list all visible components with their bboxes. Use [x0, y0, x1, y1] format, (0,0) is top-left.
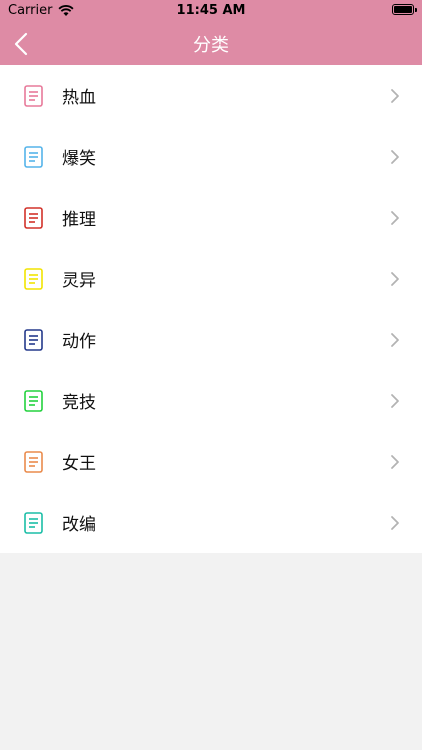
- chevron-right-icon: [391, 88, 399, 103]
- document-icon: [24, 267, 43, 290]
- chevron-right-icon: [391, 149, 399, 164]
- chevron-right-icon: [391, 210, 399, 225]
- page-title: 分类: [193, 34, 229, 56]
- navigation-bar: 分类: [0, 22, 422, 65]
- chevron-left-icon: [14, 32, 28, 55]
- chevron-right-icon: [391, 271, 399, 286]
- document-icon: [24, 511, 43, 534]
- category-label: 热血: [62, 88, 96, 108]
- category-item[interactable]: 女王: [0, 431, 422, 492]
- chevron-right-icon: [391, 393, 399, 408]
- battery-icon: [392, 4, 417, 15]
- document-icon: [24, 84, 43, 107]
- chevron-right-icon: [391, 332, 399, 347]
- category-item[interactable]: 推理: [0, 187, 422, 248]
- category-item[interactable]: 爆笑: [0, 126, 422, 187]
- category-label: 女王: [62, 454, 96, 474]
- category-label: 灵异: [62, 271, 96, 291]
- document-icon: [24, 206, 43, 229]
- chevron-right-icon: [391, 515, 399, 530]
- document-icon: [24, 145, 43, 168]
- category-item[interactable]: 竞技: [0, 370, 422, 431]
- back-button[interactable]: [14, 22, 54, 65]
- status-bar: Carrier 11:45 AM: [0, 0, 422, 22]
- category-item[interactable]: 改编: [0, 492, 422, 553]
- category-item[interactable]: 动作: [0, 309, 422, 370]
- document-icon: [24, 389, 43, 412]
- document-icon: [24, 450, 43, 473]
- category-label: 动作: [62, 332, 96, 352]
- category-label: 竞技: [62, 393, 96, 413]
- category-list: 热血爆笑推理灵异动作竞技女王改编: [0, 65, 422, 553]
- category-label: 改编: [62, 515, 96, 535]
- category-item[interactable]: 热血: [0, 65, 422, 126]
- category-item[interactable]: 灵异: [0, 248, 422, 309]
- category-label: 推理: [62, 210, 96, 230]
- status-time: 11:45 AM: [176, 3, 246, 18]
- category-label: 爆笑: [62, 149, 96, 169]
- chevron-right-icon: [391, 454, 399, 469]
- document-icon: [24, 328, 43, 351]
